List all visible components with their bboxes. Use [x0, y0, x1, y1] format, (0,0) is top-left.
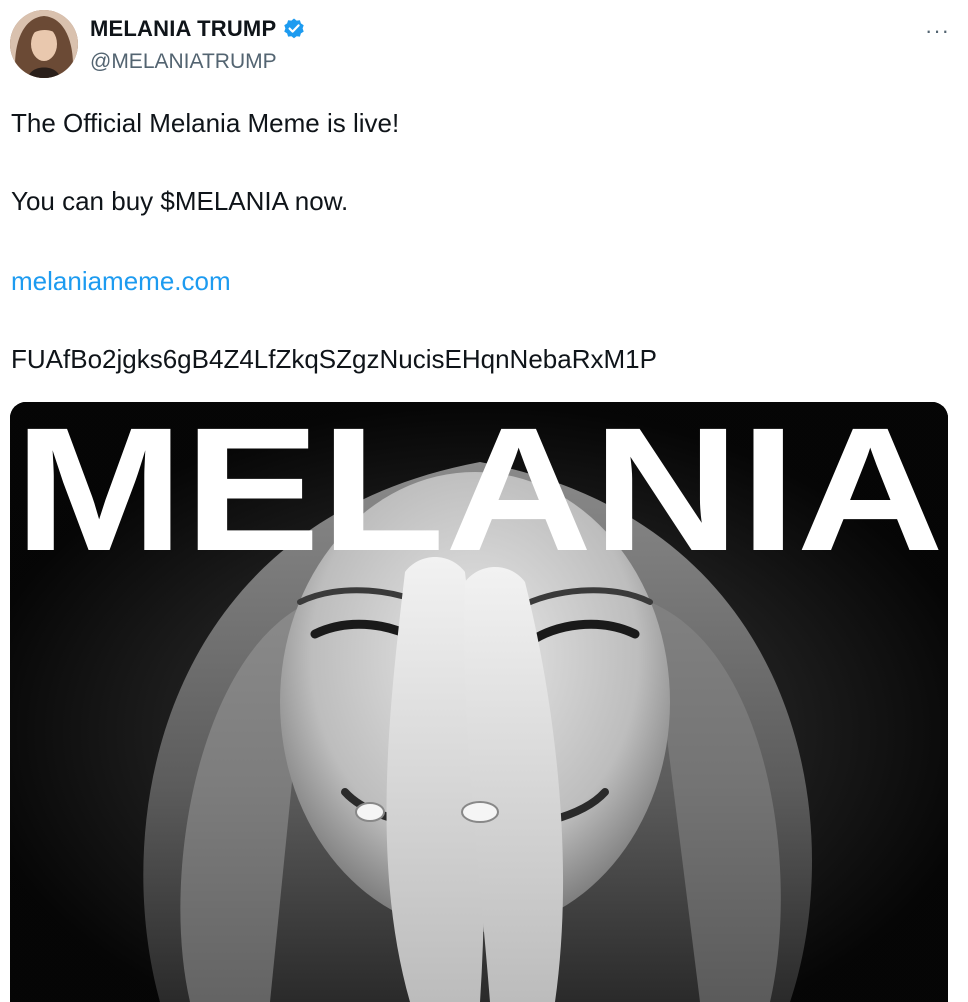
- author-avatar[interactable]: [10, 10, 78, 78]
- tweet-contract-address: FUAfBo2jgks6gB4Z4LfZkqSZgzNucisEHqnNebaR…: [11, 344, 657, 374]
- media-title-text: MELANIA: [14, 402, 944, 588]
- tweet: MELANIA TRUMP @MELANIATRUMP ··· The Offi…: [0, 0, 968, 1002]
- tweet-text-line-2: You can buy $MELANIA now.: [11, 186, 349, 216]
- tweet-media-image[interactable]: MELANIA: [10, 402, 948, 1002]
- more-options-icon[interactable]: ···: [925, 18, 950, 44]
- tweet-text-line-1: The Official Melania Meme is live!: [11, 108, 400, 138]
- display-name-text: MELANIA TRUMP: [90, 16, 277, 41]
- author-display-name[interactable]: MELANIA TRUMP: [90, 16, 306, 42]
- author-handle[interactable]: @MELANIATRUMP: [90, 50, 277, 74]
- tweet-link[interactable]: melaniameme.com: [11, 266, 231, 297]
- portrait-photo: MELANIA: [10, 402, 948, 1002]
- verified-badge-icon: [282, 17, 306, 41]
- avatar-portrait-icon: [10, 10, 78, 78]
